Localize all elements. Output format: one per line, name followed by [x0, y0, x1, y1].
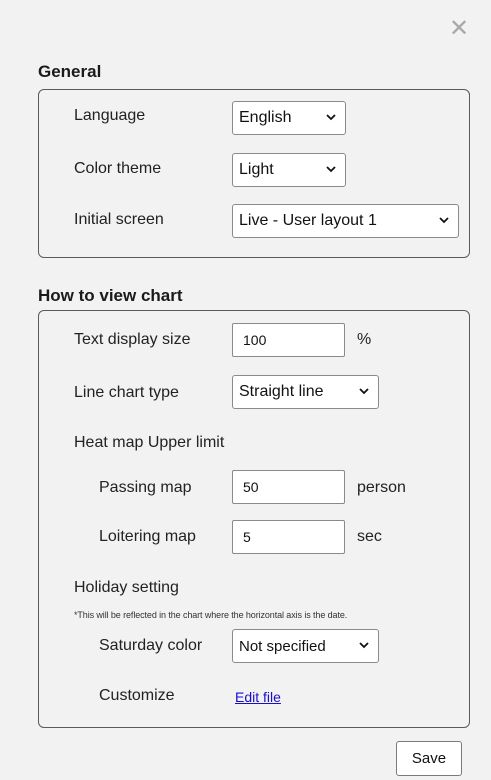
customize-label: Customize	[99, 687, 175, 704]
edit-file-link[interactable]: Edit file	[235, 689, 281, 705]
chevron-down-icon	[326, 166, 336, 173]
loitering-map-input[interactable]	[232, 520, 345, 554]
passing-map-unit: person	[357, 479, 406, 496]
text-size-unit: %	[357, 331, 372, 348]
color-theme-label: Color theme	[74, 160, 162, 177]
initial-screen-select-value: Live - User layout 1	[239, 212, 377, 229]
passing-map-input[interactable]	[232, 470, 345, 504]
save-button[interactable]: Save	[396, 741, 462, 776]
chevron-down-icon	[326, 114, 336, 121]
saturday-color-select[interactable]: Not specified	[232, 629, 379, 663]
language-select-value: English	[239, 109, 292, 126]
chevron-down-icon	[359, 642, 369, 649]
general-panel: Language English Color theme Light Initi…	[38, 89, 470, 258]
passing-map-label: Passing map	[99, 479, 192, 496]
saturday-color-label: Saturday color	[99, 637, 203, 654]
chart-panel: Text display size % Line chart type Stra…	[38, 310, 470, 728]
language-label: Language	[74, 107, 146, 124]
chevron-down-icon	[439, 217, 449, 224]
heatmap-label: Heat map Upper limit	[74, 434, 225, 451]
initial-screen-select[interactable]: Live - User layout 1	[232, 204, 459, 238]
color-theme-select-value: Light	[239, 161, 274, 178]
holiday-label: Holiday setting	[74, 579, 179, 596]
color-theme-select[interactable]: Light	[232, 153, 346, 187]
text-size-label: Text display size	[74, 331, 191, 348]
holiday-note: *This will be reflected in the chart whe…	[74, 610, 348, 620]
loitering-map-label: Loitering map	[99, 528, 196, 545]
chevron-down-icon	[359, 388, 369, 395]
initial-screen-label: Initial screen	[74, 211, 164, 228]
line-type-select[interactable]: Straight line	[232, 375, 379, 409]
close-icon[interactable]: ✕	[448, 16, 470, 42]
language-select[interactable]: English	[232, 101, 346, 135]
line-type-label: Line chart type	[74, 384, 179, 401]
loitering-map-unit: sec	[357, 528, 382, 545]
saturday-color-select-value: Not specified	[239, 637, 326, 655]
chart-section-title: How to view chart	[38, 286, 183, 305]
general-section-title: General	[38, 62, 102, 81]
line-type-select-value: Straight line	[239, 383, 324, 400]
text-size-input[interactable]	[232, 323, 345, 357]
